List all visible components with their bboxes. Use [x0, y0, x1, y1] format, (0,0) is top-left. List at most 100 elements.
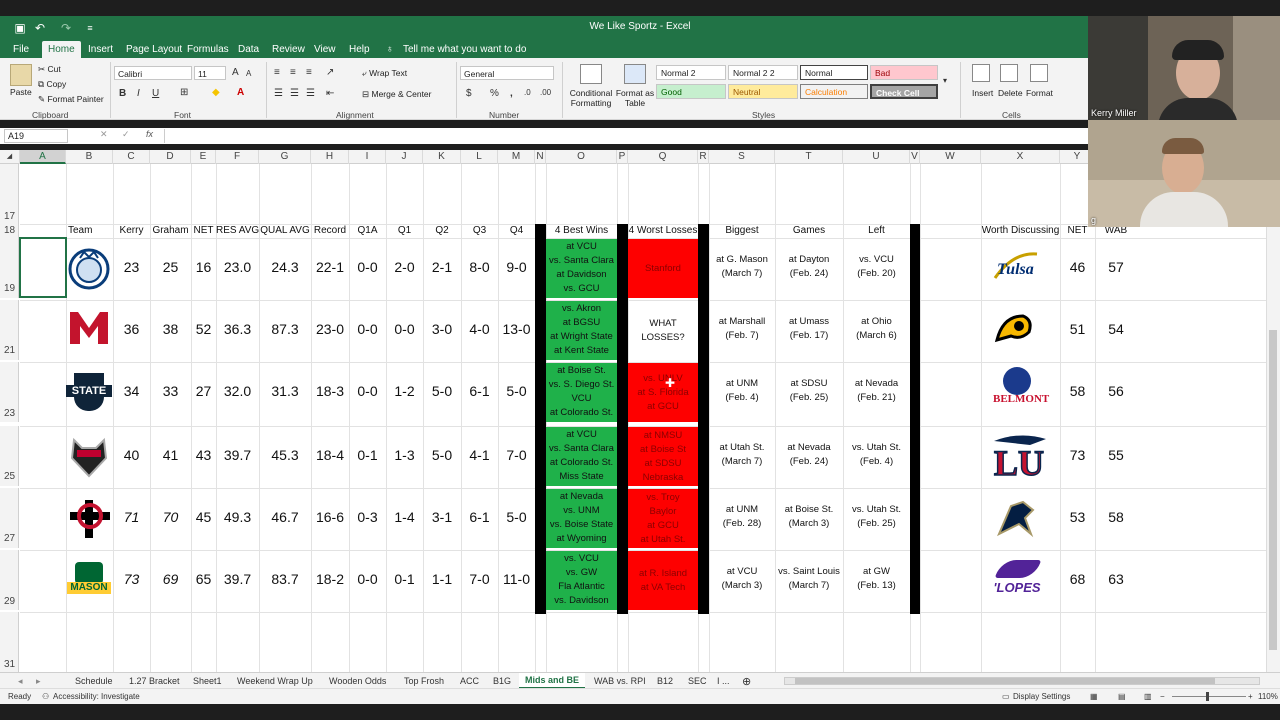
style-normal-2-2[interactable]: Normal 2 2	[728, 65, 798, 80]
tab-wooden-odds[interactable]: Wooden Odds	[329, 674, 386, 688]
style-neutral[interactable]: Neutral	[728, 84, 798, 99]
style-normal[interactable]: Normal	[800, 65, 868, 80]
borders-icon[interactable]: ⊞	[180, 87, 188, 98]
tab-top-frosh[interactable]: Top Frosh	[404, 674, 444, 688]
zoom-slider[interactable]	[1172, 692, 1246, 701]
column-header-i[interactable]: I	[349, 150, 386, 164]
tab-weekend-wrap-up[interactable]: Weekend Wrap Up	[237, 674, 313, 688]
column-header-q[interactable]: Q	[628, 150, 698, 164]
comma-icon[interactable]: ,	[510, 88, 513, 99]
column-header-a[interactable]: A	[20, 150, 66, 164]
decrease-decimal-icon[interactable]: .00	[540, 88, 551, 97]
tab-acc[interactable]: ACC	[460, 674, 479, 688]
name-box[interactable]: A19	[4, 129, 68, 143]
shrink-font-icon[interactable]: A	[246, 69, 251, 78]
column-header-e[interactable]: E	[191, 150, 216, 164]
tab-schedule[interactable]: Schedule	[75, 674, 113, 688]
column-header-n[interactable]: N	[535, 150, 546, 164]
insert-function-icon[interactable]: fx	[146, 129, 153, 139]
menu-view[interactable]: View	[314, 42, 336, 57]
menu-insert[interactable]: Insert	[88, 42, 113, 57]
italic-icon[interactable]: I	[137, 88, 140, 99]
zoom-out-icon[interactable]: −	[1160, 692, 1165, 701]
insert-cells-button[interactable]: Insert	[972, 88, 993, 98]
menu-formulas[interactable]: Formulas	[187, 42, 229, 57]
format-as-table-icon[interactable]	[624, 64, 646, 84]
underline-icon[interactable]: U	[152, 88, 159, 99]
increase-decimal-icon[interactable]: .0	[524, 88, 531, 97]
tab-scroll-left-icon[interactable]: ◂	[18, 674, 23, 689]
style-calculation[interactable]: Calculation	[800, 84, 868, 99]
column-header-b[interactable]: B	[66, 150, 113, 164]
orientation-icon[interactable]: ↗	[326, 67, 334, 78]
menu-home[interactable]: Home	[42, 41, 81, 58]
column-header-v[interactable]: V	[910, 150, 920, 164]
accessibility-status[interactable]: Accessibility: Investigate	[53, 692, 140, 701]
formula-input[interactable]	[164, 129, 1084, 143]
merge-center-button[interactable]: ⊟ Merge & Center	[362, 89, 431, 100]
tab-scroll-right-icon[interactable]: ▸	[36, 674, 41, 689]
tab-b1g[interactable]: B1G	[493, 674, 511, 688]
select-all-corner[interactable]: ◢	[0, 150, 20, 164]
column-header-d[interactable]: D	[150, 150, 191, 164]
style-good[interactable]: Good	[656, 84, 726, 99]
column-header-m[interactable]: M	[498, 150, 535, 164]
page-break-view-icon[interactable]: ▥	[1144, 692, 1152, 701]
insert-cells-icon[interactable]	[972, 64, 990, 82]
font-size-box[interactable]: 11	[194, 66, 226, 80]
paste-icon[interactable]	[10, 64, 32, 86]
conditional-formatting-icon[interactable]	[580, 64, 602, 84]
paste-button[interactable]: Paste	[10, 87, 32, 97]
tab-more[interactable]: I ...	[717, 674, 730, 688]
font-color-icon[interactable]: A	[237, 87, 244, 98]
display-settings-button[interactable]: Display Settings	[1013, 692, 1070, 701]
column-header-u[interactable]: U	[843, 150, 910, 164]
style-normal-2[interactable]: Normal 2	[656, 65, 726, 80]
percent-icon[interactable]: %	[490, 88, 499, 99]
grow-font-icon[interactable]: A	[232, 67, 239, 78]
tab-wab-vs-rpi[interactable]: WAB vs. RPI	[594, 674, 646, 688]
column-header-p[interactable]: P	[617, 150, 628, 164]
font-name-box[interactable]: Calibri	[114, 66, 192, 80]
align-center-icon[interactable]: ☰	[290, 88, 299, 99]
zoom-slider-thumb[interactable]	[1206, 692, 1209, 701]
align-left-icon[interactable]: ☰	[274, 88, 283, 99]
column-header-g[interactable]: G	[259, 150, 311, 164]
delete-cells-button[interactable]: Delete	[998, 88, 1023, 98]
column-header-f[interactable]: F	[216, 150, 259, 164]
page-layout-view-icon[interactable]: ▤	[1118, 692, 1126, 701]
column-header-w[interactable]: W	[920, 150, 981, 164]
column-header-l[interactable]: L	[461, 150, 498, 164]
fill-color-icon[interactable]: ◆	[212, 87, 220, 98]
align-top-icon[interactable]: ≡	[274, 67, 280, 78]
enter-icon[interactable]: ✓	[122, 129, 130, 140]
style-check-cell[interactable]: Check Cell	[870, 84, 938, 99]
tab-mids-and-be[interactable]: Mids and BE	[519, 673, 586, 689]
column-header-h[interactable]: H	[311, 150, 349, 164]
tab-127-bracket[interactable]: 1.27 Bracket	[129, 674, 180, 688]
zoom-in-icon[interactable]: +	[1248, 692, 1253, 701]
format-as-table-button[interactable]: Format as Table	[615, 88, 655, 108]
column-header-j[interactable]: J	[386, 150, 423, 164]
column-header-c[interactable]: C	[113, 150, 150, 164]
column-header-k[interactable]: K	[423, 150, 461, 164]
column-header-t[interactable]: T	[775, 150, 843, 164]
copy-button[interactable]: ⧉ Copy	[38, 79, 66, 90]
bold-icon[interactable]: B	[119, 88, 126, 99]
menu-file[interactable]: File	[13, 42, 29, 57]
format-painter-button[interactable]: ✎ Format Painter	[38, 94, 104, 105]
scrollbar-thumb[interactable]	[795, 678, 1215, 684]
styles-more-icon[interactable]: ▾	[943, 76, 947, 85]
wrap-text-button[interactable]: ⤶ Wrap Text	[362, 68, 407, 79]
zoom-level[interactable]: 110%	[1258, 692, 1278, 701]
align-middle-icon[interactable]: ≡	[290, 67, 296, 78]
menu-page-layout[interactable]: Page Layout	[126, 42, 182, 57]
align-right-icon[interactable]: ☰	[306, 88, 315, 99]
align-bottom-icon[interactable]: ≡	[306, 67, 312, 78]
column-header-o[interactable]: O	[546, 150, 617, 164]
menu-help[interactable]: Help	[349, 42, 370, 57]
tell-me-search[interactable]: Tell me what you want to do	[403, 42, 526, 57]
cancel-icon[interactable]: ✕	[100, 129, 108, 140]
style-bad[interactable]: Bad	[870, 65, 938, 80]
delete-cells-icon[interactable]	[1000, 64, 1018, 82]
